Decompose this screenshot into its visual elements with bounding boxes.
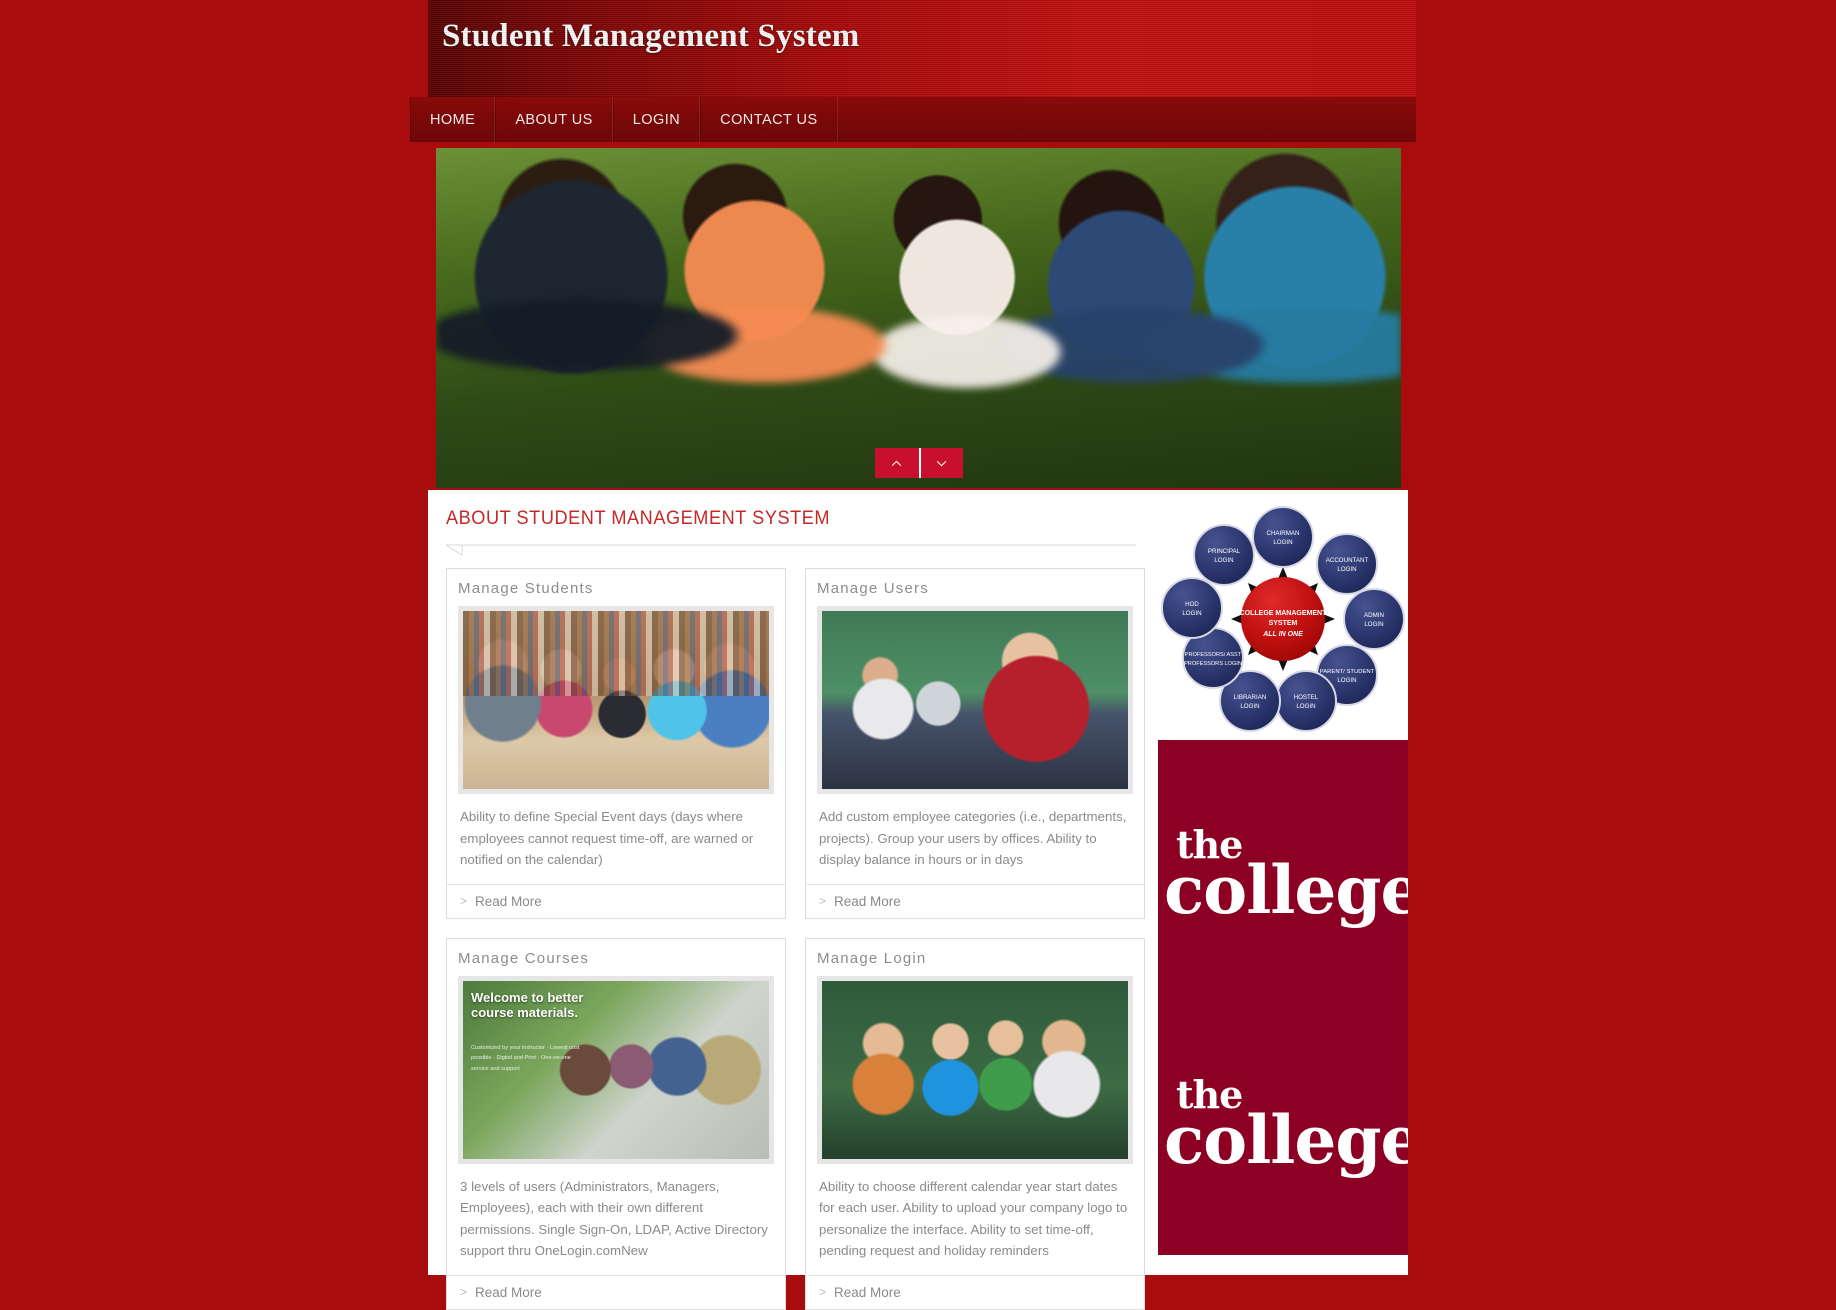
svg-text:LOGIN: LOGIN [1182, 610, 1201, 617]
svg-text:LIBRARIAN: LIBRARIAN [1234, 694, 1267, 701]
svg-text:LOGIN: LOGIN [1337, 677, 1356, 684]
section-title: ABOUT STUDENT MANAGEMENT SYSTEM [446, 507, 831, 529]
svg-text:LOGIN: LOGIN [1240, 703, 1259, 710]
read-more-label: Read More [475, 893, 542, 909]
hero-slide-image [436, 148, 1401, 488]
page-root: Student Management System HOME ABOUT US … [0, 0, 1836, 1310]
section-header: ABOUT STUDENT MANAGEMENT SYSTEM [446, 507, 1126, 530]
diagram-node-principal: PRINCIPAL LOGIN [1193, 524, 1255, 586]
feature-card-manage-courses: Manage Courses 3 levels of users (Admini… [446, 937, 786, 1310]
diagram-node-hod: HOD LOGIN [1161, 577, 1223, 639]
page-title: Student Management System [442, 18, 860, 54]
nav-item-home[interactable]: HOME [410, 97, 496, 142]
feature-card-manage-login: Manage Login Ability to choose different… [805, 937, 1145, 1310]
card-description: Add custom employee categories (i.e., de… [819, 809, 1127, 868]
svg-text:LOGIN: LOGIN [1337, 566, 1356, 573]
svg-text:ADMIN: ADMIN [1364, 612, 1384, 619]
svg-text:SYSTEM: SYSTEM [1269, 620, 1298, 627]
card-description: Ability to define Special Event days (da… [460, 809, 754, 868]
svg-text:PARENT/ STUDENT: PARENT/ STUDENT [1320, 669, 1375, 675]
card-title: Manage Students [458, 580, 594, 597]
svg-text:PROFESSORS/ ASST: PROFESSORS/ ASST [1185, 652, 1242, 658]
diagram-node-admin: ADMIN LOGIN [1343, 588, 1405, 650]
site-header: Student Management System [428, 0, 1416, 97]
card-image-manage-users [817, 606, 1133, 794]
diagram-node-hostel: HOSTEL LOGIN [1275, 670, 1337, 732]
chevron-down-icon [936, 460, 947, 466]
college-management-diagram: CHAIRMAN LOGIN ACCOUNTANT LOGIN ADMIN LO… [1158, 503, 1408, 735]
diagram-node-chairman: CHAIRMAN LOGIN [1252, 506, 1314, 568]
read-more-label: Read More [475, 1284, 542, 1300]
read-more-label: Read More [834, 1284, 901, 1300]
section-divider [446, 544, 1136, 556]
hero-slider [436, 148, 1401, 488]
the-college-banner[interactable]: the college the college [1158, 740, 1408, 1255]
card-image-manage-login [817, 975, 1133, 1164]
read-more-link-manage-login[interactable]: > Read More [806, 1274, 1144, 1309]
diagram-node-accountant: ACCOUNTANT LOGIN [1316, 533, 1378, 595]
chevron-right-icon: > [819, 894, 827, 909]
card-title: Manage Users [817, 580, 929, 597]
slider-prev-button[interactable] [874, 448, 919, 478]
feature-card-manage-students: Manage Students Ability to define Specia… [446, 568, 786, 919]
svg-text:PROFESSORS LOGIN: PROFESSORS LOGIN [1184, 661, 1242, 667]
read-more-link-manage-users[interactable]: > Read More [806, 883, 1144, 918]
svg-text:ACCOUNTANT: ACCOUNTANT [1326, 557, 1369, 564]
slider-next-button[interactable] [918, 448, 963, 478]
svg-text:COLLEGE MANAGEMENT: COLLEGE MANAGEMENT [1240, 610, 1327, 617]
card-image-manage-students [458, 606, 774, 794]
chevron-right-icon: > [460, 1285, 468, 1300]
read-more-label: Read More [834, 893, 901, 909]
svg-text:PRINCIPAL: PRINCIPAL [1208, 548, 1241, 555]
svg-text:HOSTEL: HOSTEL [1294, 694, 1319, 701]
nav-item-contact-us[interactable]: CONTACT US [700, 97, 838, 142]
read-more-link-manage-courses[interactable]: > Read More [447, 1274, 785, 1309]
svg-text:LOGIN: LOGIN [1273, 539, 1292, 546]
diagram-svg: CHAIRMAN LOGIN ACCOUNTANT LOGIN ADMIN LO… [1161, 506, 1405, 732]
svg-text:CHAIRMAN: CHAIRMAN [1266, 530, 1299, 537]
card-title: Manage Login [817, 949, 927, 967]
card-image-manage-courses [458, 975, 774, 1164]
chevron-up-icon [891, 460, 902, 466]
main-navigation: HOME ABOUT US LOGIN CONTACT US [410, 97, 1416, 142]
nav-item-about-us[interactable]: ABOUT US [495, 97, 613, 142]
card-description: 3 levels of users (Administrators, Manag… [460, 1178, 768, 1259]
logo-word-college: college [1164, 1101, 1408, 1180]
svg-text:LOGIN: LOGIN [1214, 557, 1233, 564]
nav-item-login[interactable]: LOGIN [612, 97, 701, 142]
card-title: Manage Courses [458, 949, 590, 967]
slider-controls [874, 448, 963, 478]
svg-text:ALL IN ONE: ALL IN ONE [1262, 631, 1303, 638]
chevron-right-icon: > [460, 894, 468, 909]
svg-text:HOD: HOD [1185, 601, 1199, 608]
chevron-right-icon: > [819, 1285, 827, 1300]
content-panel: ABOUT STUDENT MANAGEMENT SYSTEM Manage S… [428, 490, 1408, 1310]
svg-text:LOGIN: LOGIN [1364, 621, 1383, 628]
the-college-logo-bottom: the college [1158, 1075, 1408, 1180]
feature-card-grid: Manage Students Ability to define Specia… [446, 568, 1146, 1310]
logo-word-college: college [1164, 851, 1408, 930]
card-description: Ability to choose different calendar yea… [819, 1178, 1128, 1259]
the-college-logo-top: the college [1158, 825, 1408, 930]
read-more-link-manage-students[interactable]: > Read More [447, 883, 785, 918]
sidebar: CHAIRMAN LOGIN ACCOUNTANT LOGIN ADMIN LO… [1158, 503, 1408, 735]
feature-card-manage-users: Manage Users Add custom employee categor… [805, 568, 1145, 919]
svg-text:LOGIN: LOGIN [1296, 703, 1315, 710]
